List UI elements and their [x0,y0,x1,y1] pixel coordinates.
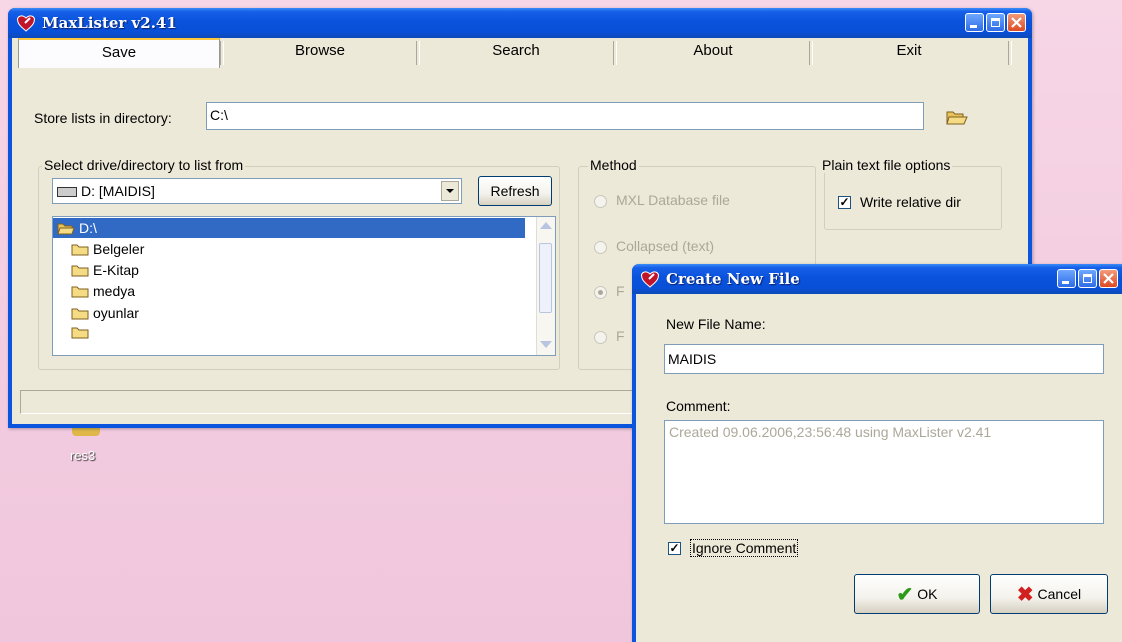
tab-exit[interactable]: Exit [811,38,1007,66]
dialog-titlebar[interactable]: Create New File [632,264,1122,294]
dialog-maximize-button[interactable] [1078,269,1097,288]
drive-dropdown-value: D: [MAIDIS] [81,183,155,199]
file-name-label: New File Name: [666,316,766,332]
ignore-comment-checkbox[interactable]: ✓ [668,542,681,555]
create-file-dialog: Create New File New File Name: MAIDIS Co… [632,264,1122,642]
tree-item[interactable]: Belgeler [71,239,144,259]
app-icon [17,15,35,32]
cancel-button[interactable]: ✖ Cancel [990,574,1108,614]
cancel-label: Cancel [1037,586,1082,602]
tree-item-partial [71,325,89,339]
dialog-minimize-button[interactable] [1057,269,1076,288]
folder-icon [71,265,89,277]
chevron-down-icon[interactable] [441,181,459,201]
tree-item-label: oyunlar [93,305,139,321]
check-icon: ✔ [896,584,914,606]
ok-button[interactable]: ✔ OK [854,574,980,614]
select-drive-group-label: Select drive/directory to list from [42,157,246,173]
desktop-icon-label: res3 [70,448,96,463]
dialog-title: Create New File [666,270,800,288]
tab-about[interactable]: About [615,38,811,66]
tab-save[interactable]: Save [18,38,220,68]
main-title: MaxLister v2.41 [42,14,177,32]
cancel-x-icon: ✖ [1016,584,1034,606]
tree-item[interactable]: medya [71,281,135,301]
tree-scrollbar[interactable] [536,217,555,355]
method-radio-mxl[interactable] [594,195,607,208]
scroll-up-icon[interactable] [540,222,552,229]
ignore-comment-label: Ignore Comment [690,539,799,557]
tree-item-label: medya [93,283,136,299]
ok-label: OK [917,586,938,602]
folder-icon [71,308,89,320]
method-label-3: F [616,283,625,299]
desktop: { "main": { "title": "MaxLister v2.41", … [0,0,1122,642]
comment-text: Created 09.06.2006,23:56:48 using MaxLis… [669,424,992,440]
open-folder-icon [57,223,75,235]
method-radio-collapsed[interactable] [594,241,607,254]
tree-item[interactable]: oyunlar [71,303,139,323]
plain-text-group-label: Plain text file options [820,157,953,173]
method-label-4: F [616,328,625,344]
tab-separator [1008,41,1012,65]
write-relative-label: Write relative dir [860,194,961,210]
directory-tree[interactable]: D:\ Belgeler E-Kitap medya oyunlar [52,216,556,356]
scroll-thumb[interactable] [539,243,552,313]
method-group-label: Method [588,157,639,173]
dialog-close-button[interactable] [1099,269,1118,288]
tree-item[interactable]: E-Kitap [71,260,139,280]
open-folder-icon[interactable] [946,108,968,126]
write-relative-checkbox[interactable]: ✓ [838,196,851,209]
refresh-button[interactable]: Refresh [478,176,552,206]
comment-textarea[interactable]: Created 09.06.2006,23:56:48 using MaxLis… [664,420,1104,524]
method-radio-4[interactable] [594,331,607,344]
minimize-button[interactable] [965,13,984,32]
app-icon [641,271,659,288]
tree-root-label: D:\ [79,220,97,236]
folder-icon [71,327,89,339]
tab-browse[interactable]: Browse [222,38,418,66]
drive-icon [57,187,77,197]
dialog-client: New File Name: MAIDIS Comment: Created 0… [636,294,1122,642]
tree-root-row[interactable]: D:\ [53,218,525,238]
tab-search[interactable]: Search [418,38,614,66]
folder-icon [71,286,89,298]
method-label-mxl: MXL Database file [616,192,730,208]
store-directory-input[interactable]: C:\ [206,102,924,130]
tree-item-label: Belgeler [93,241,145,257]
close-button[interactable] [1007,13,1026,32]
main-titlebar[interactable]: MaxLister v2.41 [8,8,1032,38]
comment-label: Comment: [666,398,731,414]
method-label-collapsed: Collapsed (text) [616,238,715,254]
file-name-input[interactable]: MAIDIS [664,344,1104,374]
folder-icon [71,244,89,256]
drive-dropdown[interactable]: D: [MAIDIS] [52,178,462,204]
tree-item-label: E-Kitap [93,262,139,278]
maximize-button[interactable] [986,13,1005,32]
store-label: Store lists in directory: [34,110,172,126]
method-radio-3[interactable] [594,286,607,299]
scroll-down-icon[interactable] [540,341,552,348]
tab-bar: Save Browse Search About Exit [12,38,1028,68]
